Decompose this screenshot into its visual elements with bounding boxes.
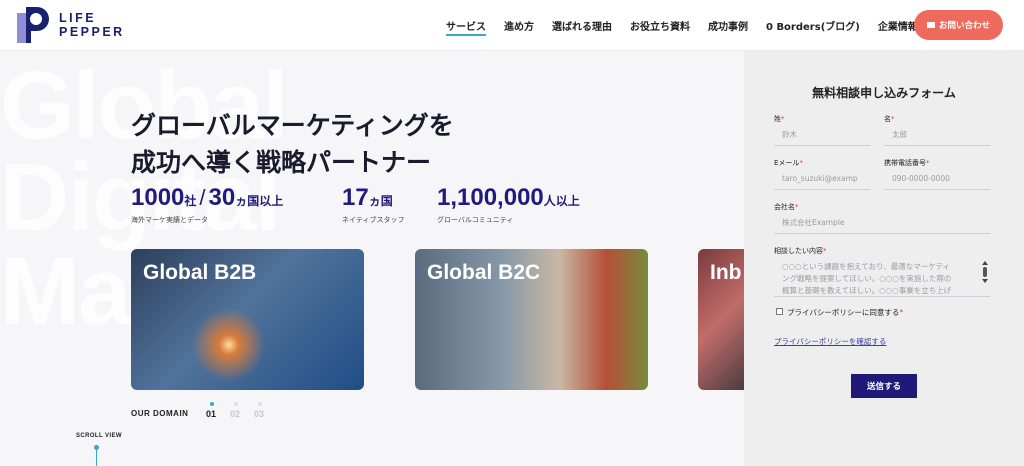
label-text: 相談したい内容	[774, 247, 823, 255]
stat-native-staff: 17ヵ国 ネイティブスタッフ	[342, 184, 404, 225]
required-mark: *	[781, 115, 785, 123]
hero-headline: グローバルマーケティングを 成功へ導く戦略パートナー	[131, 107, 454, 181]
pager-dot	[234, 402, 238, 406]
logo-mark-icon	[17, 7, 51, 43]
nav-item-reasons[interactable]: 選ばれる理由	[552, 0, 612, 51]
logo-text: LIFE PEPPER	[59, 11, 125, 39]
domain-card-inbound[interactable]: Inb	[698, 249, 745, 390]
headline-line-2: 成功へ導く戦略パートナー	[131, 148, 432, 177]
card-title: Global B2B	[143, 261, 257, 284]
headline-line-1: グローバルマーケティングを	[131, 111, 454, 140]
message-textarea[interactable]: ○○○という課題を抱えており、最適なマーケティ ング戦略を提案してほしい。○○○…	[774, 261, 990, 297]
stat-community: 1,100,000人以上 グローバルコミュニティ	[437, 184, 580, 225]
required-mark: *	[899, 308, 904, 317]
label-text: 姓	[774, 115, 781, 123]
required-mark: *	[823, 247, 827, 255]
privacy-policy-link[interactable]: プライバシーポリシーを確認する	[774, 336, 886, 347]
first-name-label: 名*	[884, 114, 895, 124]
stat-track-record: 1000社/30ヵ国以上 海外マーケ実績とデータ	[131, 184, 283, 225]
logo-line-1: LIFE	[59, 11, 97, 25]
stat-number: 30	[208, 184, 236, 211]
stat-value: 1000社/30ヵ国以上	[131, 184, 283, 212]
message-placeholder-line: 概算と基礎を教えてほしい。○○○事業を立ち上げ	[782, 286, 952, 295]
textarea-scrollbar[interactable]	[982, 261, 988, 283]
label-text: 携帯電話番号	[884, 159, 926, 167]
stat-number: 1,100,000	[437, 184, 544, 211]
company-label: 会社名*	[774, 202, 799, 212]
stat-caption: グローバルコミュニティ	[437, 216, 514, 224]
main-nav: サービス 進め方 選ばれる理由 お役立ち資料 成功事例 0 Borders(ブロ…	[446, 0, 936, 51]
privacy-agree-checkbox[interactable]	[776, 308, 783, 315]
stat-separator: /	[199, 185, 206, 210]
scroll-dot	[94, 445, 99, 450]
nav-item-company[interactable]: 企業情報	[878, 0, 918, 51]
first-name-field[interactable]: 太郎	[884, 124, 990, 146]
last-name-label: 姓*	[774, 114, 785, 124]
pager-index-02[interactable]: 02	[230, 409, 240, 419]
required-mark: *	[795, 203, 799, 211]
nav-item-services[interactable]: サービス	[446, 0, 486, 51]
last-name-field[interactable]: 鈴木	[774, 124, 870, 146]
phone-label: 携帯電話番号*	[884, 158, 930, 168]
card-title: Inb	[710, 261, 742, 284]
stat-caption: 海外マーケ実績とデータ	[131, 216, 208, 224]
nav-item-process[interactable]: 進め方	[504, 0, 534, 51]
scroll-view-label: SCROLL VIEW	[76, 433, 122, 439]
required-mark: *	[799, 159, 803, 167]
nav-item-blog[interactable]: 0 Borders(ブログ)	[766, 0, 860, 51]
privacy-agree-label: プライバシーポリシーに同意する*	[787, 307, 903, 318]
required-mark: *	[891, 115, 895, 123]
pager-dot	[210, 402, 214, 406]
stat-unit: ヵ国以上	[235, 194, 284, 208]
message-placeholder-line: ング戦略を提案してほしい。○○○を実施した際の	[782, 274, 952, 283]
pager-index-01[interactable]: 01	[206, 409, 216, 419]
form-title: 無料相談申し込みフォーム	[812, 86, 956, 100]
message-placeholder-line: ○○○という課題を抱えており、最適なマーケティ	[782, 262, 951, 271]
mail-icon	[926, 22, 935, 28]
label-text: 名	[884, 115, 891, 123]
pager-dot	[258, 402, 262, 406]
stat-unit: ヵ国	[368, 194, 393, 208]
submit-button[interactable]: 送信する	[851, 374, 917, 398]
consultation-form: 無料相談申し込みフォーム 姓* 鈴木 名* 太郎 Eメール* taro_suzu…	[744, 51, 1024, 466]
company-field[interactable]: 株式会社Example	[774, 212, 990, 234]
message-label: 相談したい内容*	[774, 246, 827, 256]
contact-button[interactable]: お問い合わせ	[914, 10, 1003, 40]
our-domain-label: OUR DOMAIN	[131, 409, 189, 418]
stat-value: 1,100,000人以上	[437, 184, 580, 212]
card-title: Global B2C	[427, 261, 541, 284]
stat-number: 1000	[131, 184, 185, 211]
label-text: 会社名	[774, 203, 795, 211]
label-text: Eメール	[774, 159, 800, 167]
email-label: Eメール*	[774, 158, 803, 168]
domain-card-b2b[interactable]: Global B2B	[131, 249, 364, 390]
phone-field[interactable]: 090-0000-0000	[884, 168, 990, 190]
domain-card-b2c[interactable]: Global B2C	[415, 249, 648, 390]
nav-item-resources[interactable]: お役立ち資料	[630, 0, 690, 51]
pager-index-03[interactable]: 03	[254, 409, 264, 419]
contact-button-label: お問い合わせ	[938, 21, 990, 31]
nav-item-case-studies[interactable]: 成功事例	[708, 0, 748, 51]
stat-unit: 社	[184, 194, 197, 208]
stat-caption: ネイティブスタッフ	[342, 216, 405, 224]
label-text: プライバシーポリシーに同意する	[787, 308, 900, 317]
stat-unit: 人以上	[543, 194, 580, 208]
logo-line-2: PEPPER	[59, 25, 125, 39]
email-field[interactable]: taro_suzuki@examp	[774, 168, 870, 190]
stat-number: 17	[342, 184, 369, 211]
site-header: LIFE PEPPER サービス 進め方 選ばれる理由 お役立ち資料 成功事例 …	[0, 0, 1024, 51]
stat-value: 17ヵ国	[342, 184, 404, 212]
logo[interactable]: LIFE PEPPER	[17, 7, 125, 43]
required-mark: *	[926, 159, 930, 167]
